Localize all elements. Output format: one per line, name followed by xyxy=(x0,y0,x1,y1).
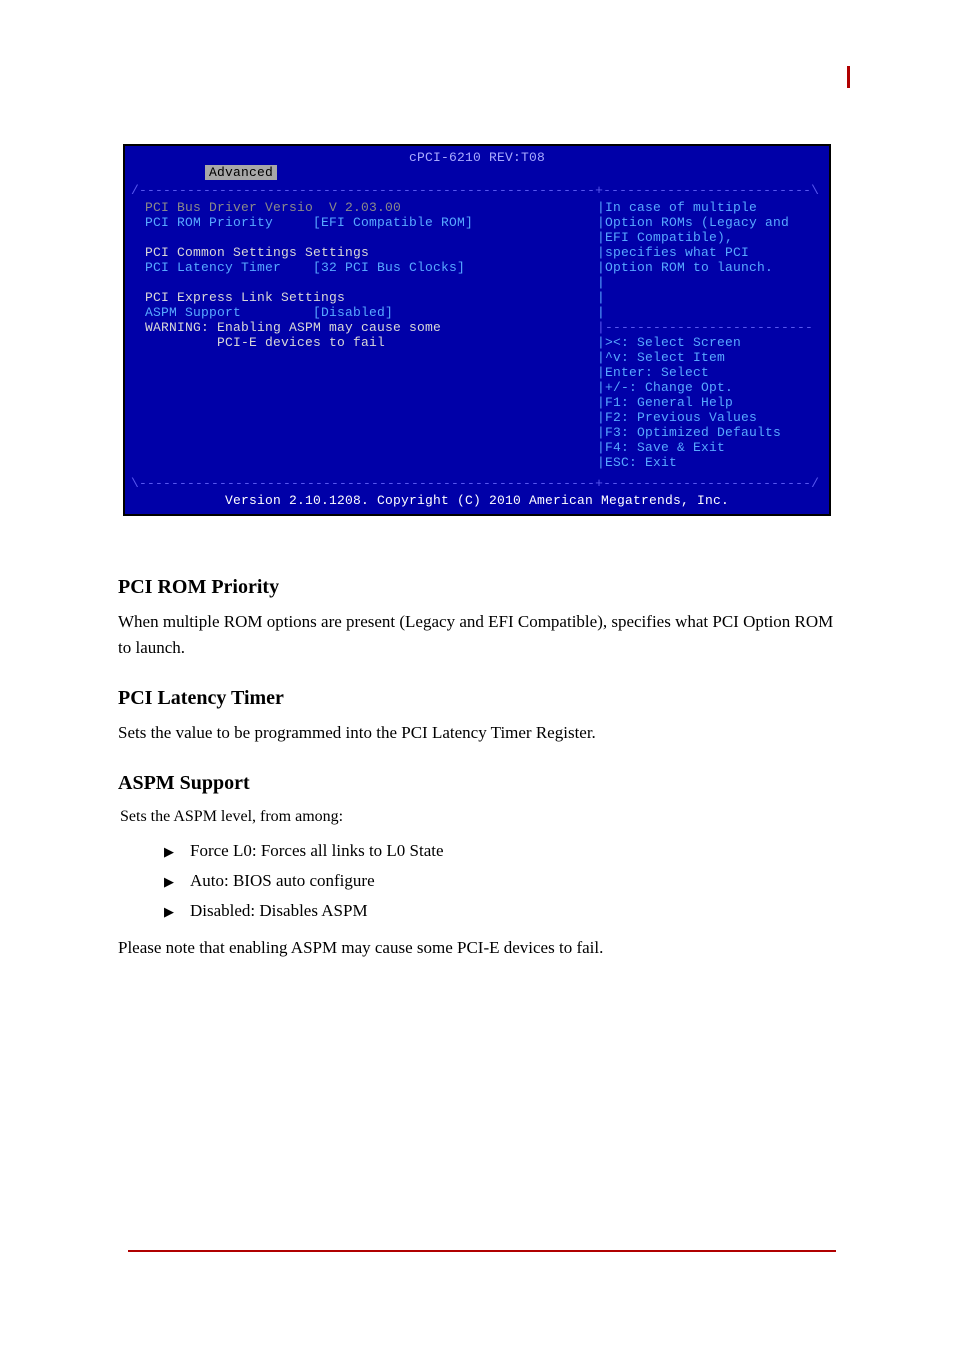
bios-item-label[interactable]: PCI Latency Timer xyxy=(145,260,281,275)
triangle-bullet-icon: ▶ xyxy=(164,904,174,920)
bios-item-value[interactable]: [Disabled] xyxy=(241,305,393,320)
heading-pci-rom-priority: PCI ROM Priority xyxy=(118,576,279,598)
bios-right-panel: |In case of multiple |Option ROMs (Legac… xyxy=(591,198,829,476)
paragraph: Please note that enabling ASPM may cause… xyxy=(118,935,836,961)
bios-item-value[interactable]: [EFI Compatible ROM] xyxy=(273,215,473,230)
list-item-text: Force L0: Forces all links to L0 State xyxy=(190,841,444,861)
bios-help-line: |Option ROM to launch. xyxy=(597,260,823,275)
bios-help-line: | xyxy=(597,290,823,305)
bios-keyhint: |F3: Optimized Defaults xyxy=(597,425,823,440)
list-item-text: Auto: BIOS auto configure xyxy=(190,871,375,891)
bios-keyhint: |F4: Save & Exit xyxy=(597,440,823,455)
bios-item-label[interactable]: PCI ROM Priority xyxy=(145,215,273,230)
bios-help-line: | xyxy=(597,305,823,320)
triangle-bullet-icon: ▶ xyxy=(164,844,174,860)
bios-keyhint: |+/-: Change Opt. xyxy=(597,380,823,395)
list-item: ▶ Force L0: Forces all links to L0 State xyxy=(164,841,836,861)
bios-help-line: |EFI Compatible), xyxy=(597,230,823,245)
list-item: ▶ Auto: BIOS auto configure xyxy=(164,871,836,891)
bios-item-value: V 2.03.00 xyxy=(313,200,401,215)
bios-left-panel: PCI Bus Driver Versio V 2.03.00 PCI ROM … xyxy=(125,198,591,476)
footer-red-rule xyxy=(128,1250,836,1252)
paragraph: Sets the ASPM level, from among: xyxy=(120,805,836,829)
bios-keyhint: |ESC: Exit xyxy=(597,455,823,470)
bios-help-line: |In case of multiple xyxy=(597,200,823,215)
bios-title: cPCI-6210 REV:T08 xyxy=(125,146,829,167)
bios-warning-line: PCI-E devices to fail xyxy=(145,335,585,350)
bios-keyhint: |^v: Select Item xyxy=(597,350,823,365)
bios-section-heading: PCI Express Link Settings xyxy=(145,290,585,305)
bios-help-line: | xyxy=(597,275,823,290)
bios-item-label: PCI Bus Driver Versio xyxy=(145,200,313,215)
bios-keyhint: |><: Select Screen xyxy=(597,335,823,350)
triangle-bullet-icon: ▶ xyxy=(164,874,174,890)
bios-footer: Version 2.10.1208. Copyright (C) 2010 Am… xyxy=(125,491,829,514)
document-body: PCI ROM Priority When multiple ROM optio… xyxy=(118,576,836,961)
bios-tab-advanced[interactable]: Advanced xyxy=(205,165,277,180)
heading-pci-latency-timer: PCI Latency Timer xyxy=(118,687,284,709)
paragraph: When multiple ROM options are present (L… xyxy=(118,609,836,661)
bios-item-label[interactable]: ASPM Support xyxy=(145,305,241,320)
bios-keyhint: |Enter: Select xyxy=(597,365,823,380)
paragraph: Sets the value to be programmed into the… xyxy=(118,720,836,746)
bios-keyhint: |F2: Previous Values xyxy=(597,410,823,425)
heading-aspm-support: ASPM Support xyxy=(118,772,250,794)
list-item-text: Disabled: Disables ASPM xyxy=(190,901,368,921)
bios-top-border: /---------------------------------------… xyxy=(125,183,829,198)
bios-right-separator: |-------------------------- xyxy=(597,320,823,335)
bios-section-heading: PCI Common Settings Settings xyxy=(145,245,585,260)
bios-bottom-border: \---------------------------------------… xyxy=(125,476,829,491)
list-item: ▶ Disabled: Disables ASPM xyxy=(164,901,836,921)
page-cursor-mark xyxy=(847,66,850,88)
bios-help-line: |Option ROMs (Legacy and xyxy=(597,215,823,230)
bios-screenshot: cPCI-6210 REV:T08 Advanced /------------… xyxy=(123,144,831,516)
bios-warning-line: WARNING: Enabling ASPM may cause some xyxy=(145,320,585,335)
bios-help-line: |specifies what PCI xyxy=(597,245,823,260)
bios-keyhint: |F1: General Help xyxy=(597,395,823,410)
bios-item-value[interactable]: [32 PCI Bus Clocks] xyxy=(281,260,465,275)
